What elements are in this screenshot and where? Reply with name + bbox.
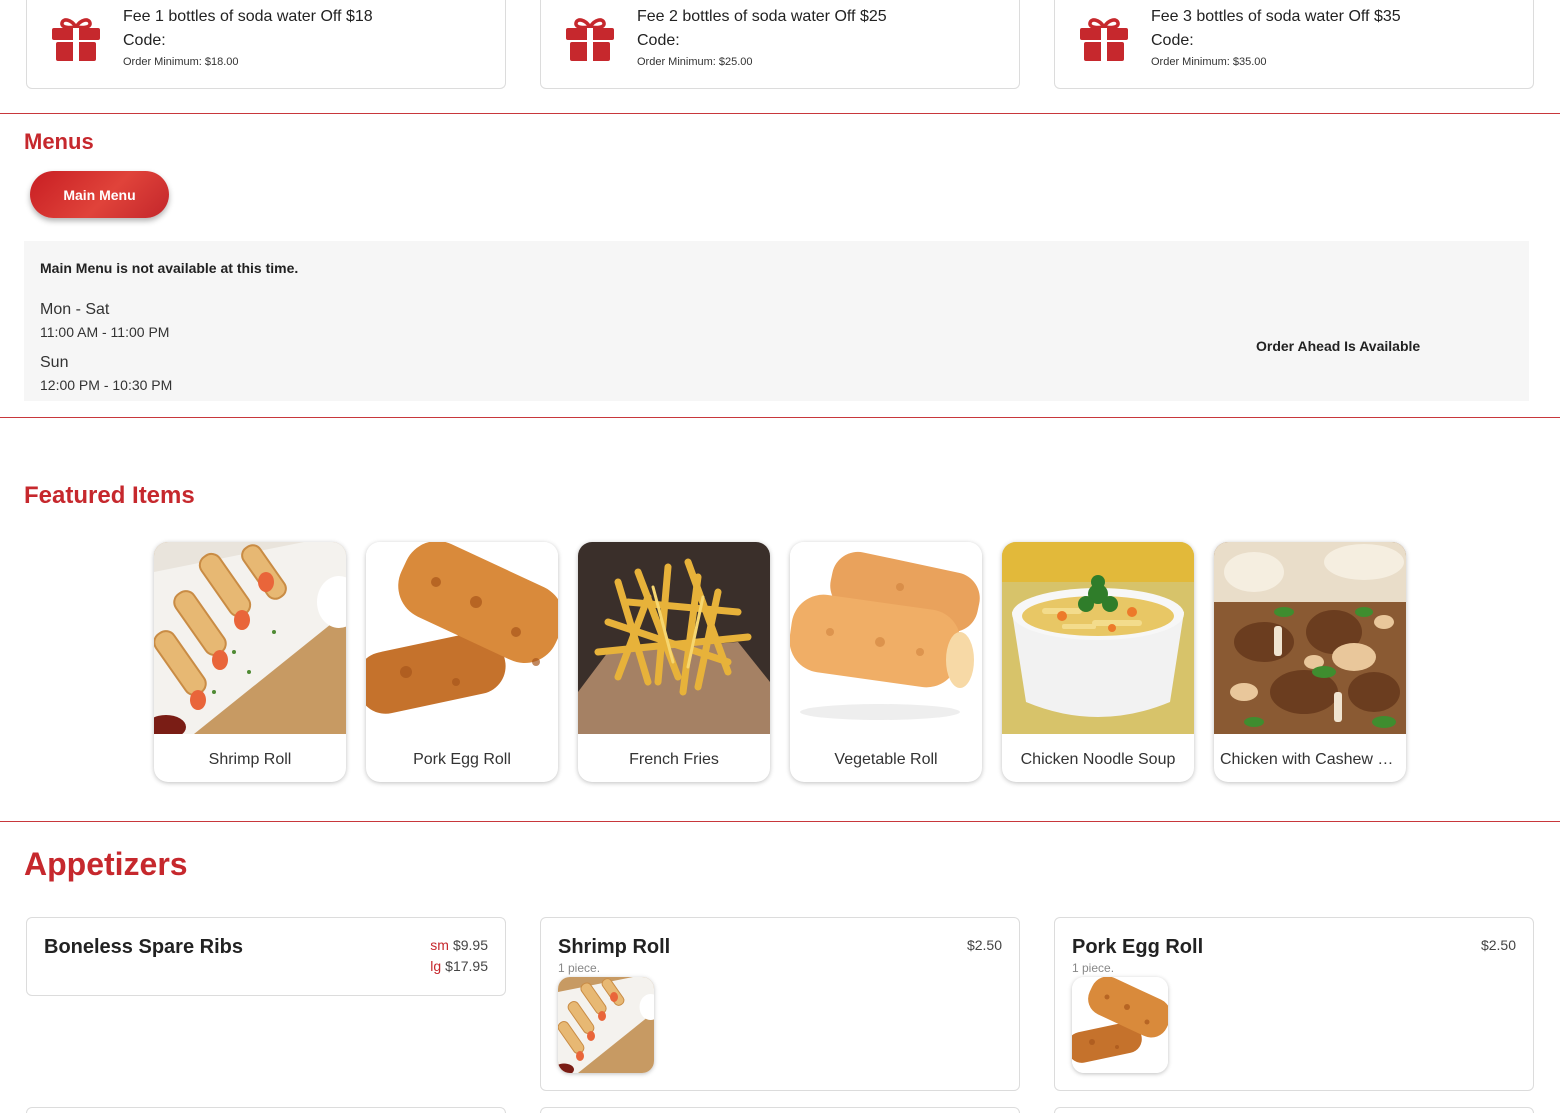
coupon-title: Fee 2 bottles of soda water Off $25 [637,8,887,25]
menu-unavailable-notice: Main Menu is not available at this time. [40,260,299,276]
vegetable-roll-image [790,542,982,734]
menu-item-price: sm $9.95 [430,937,488,953]
section-divider [0,113,1560,114]
coupon-minimum: Order Minimum: $18.00 [123,56,239,68]
coupon-code-label: Code: [637,32,680,49]
menu-item-price: $2.50 [1480,937,1516,953]
gift-icon [52,18,100,61]
section-divider [0,821,1560,822]
size-label: lg [430,958,442,974]
menu-item-card[interactable]: Pork Egg Roll $2.50 1 piece. [1054,917,1534,1091]
menu-item-name: Pork Egg Roll [1072,936,1204,958]
featured-item-label: French Fries [629,751,719,768]
featured-item-card[interactable]: Pork Egg Roll [366,542,558,782]
coupon-minimum: Order Minimum: $25.00 [637,56,753,68]
price-value: $17.95 [445,958,488,974]
menu-item-card[interactable]: Boneless Spare Ribs sm $9.95 lg $17.95 [26,917,506,996]
featured-item-label: Vegetable Roll [834,751,938,768]
appetizers-heading: Appetizers [24,846,188,882]
main-menu-button[interactable]: Main Menu [30,171,169,218]
featured-item-card[interactable]: French Fries [578,542,770,782]
order-ahead-status: Order Ahead Is Available [1256,338,1421,354]
menu-item-card[interactable] [26,1107,506,1113]
menus-heading: Menus [24,129,94,154]
size-label: sm [430,937,449,953]
coupon-code-label: Code: [123,32,166,49]
coupon-minimum: Order Minimum: $35.00 [1151,56,1267,68]
coupon-code-label: Code: [1151,32,1194,49]
chicken-noodle-soup-image [1002,542,1194,734]
shrimp-roll-thumbnail [558,977,654,1073]
schedule-hours: 12:00 PM - 10:30 PM [40,377,173,393]
menu-item-price: lg $17.95 [430,958,488,974]
featured-item-label: Shrimp Roll [208,751,292,768]
menu-availability-panel: Main Menu is not available at this time.… [24,241,1529,401]
coupon-card[interactable]: Fee 1 bottles of soda water Off $18 Code… [26,0,506,89]
featured-item-card[interactable]: Vegetable Roll [790,542,982,782]
featured-heading: Featured Items [24,482,195,509]
gift-icon [1080,18,1128,61]
coupon-title: Fee 3 bottles of soda water Off $35 [1151,8,1401,25]
featured-item-card[interactable]: Chicken with Cashew Nuts [1214,542,1406,782]
schedule-hours: 11:00 AM - 11:00 PM [40,324,170,340]
schedule-days: Sun [40,354,69,371]
menu-item-name: Boneless Spare Ribs [44,936,243,958]
section-divider [0,417,1560,418]
chicken-cashew-image [1214,542,1406,734]
pork-egg-roll-thumbnail [1072,977,1168,1073]
french-fries-image [578,542,770,734]
price-value: $9.95 [452,937,488,953]
pork-egg-roll-image [366,542,558,734]
schedule-days: Mon - Sat [40,301,110,318]
featured-item-label: Chicken Noodle Soup [1020,751,1176,768]
featured-item-label: Chicken with Cashew Nuts [1220,751,1400,768]
shrimp-roll-image [154,542,346,734]
menu-item-description: 1 piece. [1072,961,1115,975]
menu-item-name: Shrimp Roll [558,936,671,958]
coupon-card[interactable]: Fee 3 bottles of soda water Off $35 Code… [1054,0,1534,89]
featured-item-card[interactable]: Shrimp Roll [154,542,346,782]
menu-item-card[interactable] [540,1107,1020,1113]
menu-item-card[interactable] [1054,1107,1534,1113]
menu-item-price: $2.50 [966,937,1002,953]
coupon-title: Fee 1 bottles of soda water Off $18 [123,8,373,25]
featured-item-card[interactable]: Chicken Noodle Soup [1002,542,1194,782]
menu-item-description: 1 piece. [558,961,601,975]
gift-icon [566,18,614,61]
menu-item-card[interactable]: Shrimp Roll $2.50 1 piece. [540,917,1020,1091]
coupon-card[interactable]: Fee 2 bottles of soda water Off $25 Code… [540,0,1020,89]
coupon-strip: Fee 1 bottles of soda water Off $18 Code… [26,0,1534,89]
featured-item-label: Pork Egg Roll [413,751,511,768]
